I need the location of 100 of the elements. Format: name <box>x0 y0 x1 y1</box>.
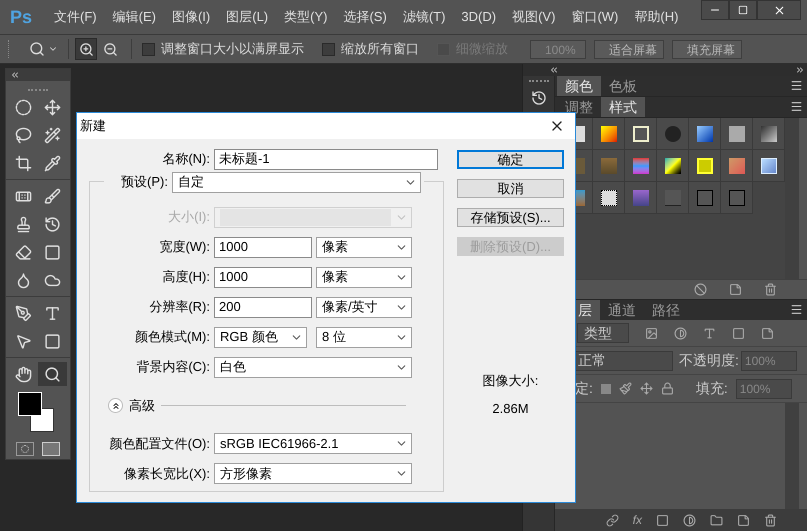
style-swatch[interactable] <box>625 118 657 150</box>
collapse-advanced-button[interactable] <box>108 398 123 414</box>
dialog-button[interactable]: 确定 <box>457 150 564 169</box>
style-swatch[interactable] <box>625 182 657 214</box>
expand-icon[interactable] <box>549 65 559 75</box>
menu-item[interactable]: 窗口(W) <box>563 7 626 27</box>
maximize-icon <box>738 5 748 15</box>
panel-tab[interactable]: 样式 <box>601 97 645 117</box>
field-label: 背景内容(C): <box>135 358 211 376</box>
clear-style-icon[interactable] <box>694 283 707 296</box>
input-field[interactable]: 1000 <box>214 236 312 258</box>
dropdown-value: 自定 <box>178 173 204 192</box>
style-swatch[interactable] <box>721 118 753 150</box>
style-swatch[interactable] <box>593 118 625 150</box>
chevrons-up-icon <box>110 400 120 411</box>
search-icon <box>44 366 61 382</box>
scrollbar[interactable] <box>785 118 799 279</box>
dropdown[interactable]: 方形像素 <box>214 463 412 484</box>
quick-mask-icon[interactable] <box>16 442 34 456</box>
dropdown[interactable]: 像素/英寸 <box>316 296 412 318</box>
menu-item[interactable]: 帮助(H) <box>626 7 686 27</box>
menu-item[interactable]: 3D(D) <box>453 7 504 27</box>
adjustment-icon[interactable] <box>683 514 696 526</box>
style-swatch[interactable] <box>689 118 721 150</box>
new-layer-icon[interactable] <box>737 514 750 526</box>
dropdown[interactable]: 8 位 <box>316 326 412 348</box>
dropdown[interactable]: 像素 <box>316 266 412 288</box>
dropdown[interactable]: 白色 <box>214 356 412 378</box>
panel-menu-icon[interactable] <box>790 79 803 92</box>
style-swatch[interactable] <box>721 150 753 182</box>
tool-button[interactable] <box>38 362 67 386</box>
dropdown[interactable]: RGB 颜色 <box>214 326 307 348</box>
dropdown[interactable]: 像素 <box>316 236 412 258</box>
dialog-button[interactable]: 存储预设(S)... <box>457 208 564 227</box>
folder-icon[interactable] <box>710 514 723 526</box>
filter-dropdown[interactable]: 类型 <box>577 323 629 343</box>
app-logo: Ps <box>10 6 34 28</box>
menu-item[interactable]: 图像(I) <box>164 7 218 27</box>
fill-label: 填充: <box>696 379 728 398</box>
screen-mode-icon[interactable] <box>42 442 60 456</box>
blend-mode-dropdown[interactable]: 正常 <box>575 350 673 370</box>
link-icon[interactable] <box>606 514 619 526</box>
input-field[interactable]: 1000 <box>214 266 312 288</box>
checkbox-label: 调整窗口大小以满屏显示 <box>161 40 304 58</box>
menu-item[interactable]: 滤镜(T) <box>394 7 454 27</box>
menu-item[interactable]: 文件(F) <box>46 7 105 27</box>
lock-icon[interactable] <box>660 382 674 395</box>
input-field[interactable]: 未标题-1 <box>214 148 438 170</box>
panel-tab[interactable]: 调整 <box>557 97 601 117</box>
rectangle-icon <box>44 332 61 350</box>
dropdown[interactable]: sRGB IEC61966-2.1 <box>214 433 412 454</box>
menu-item[interactable]: 选择(S) <box>335 7 395 27</box>
zoom-in-button[interactable] <box>75 38 97 60</box>
smart-object-filter-icon[interactable] <box>761 326 774 340</box>
lock-position-icon[interactable] <box>640 382 653 395</box>
image-filter-icon[interactable] <box>645 326 658 340</box>
menu-item[interactable]: 类型(Y) <box>276 7 336 27</box>
menu-item[interactable]: 编辑(E) <box>104 7 164 27</box>
close-button[interactable] <box>757 0 801 20</box>
options-button[interactable]: 填充屏幕 <box>672 40 742 58</box>
collapse-icon[interactable] <box>795 65 805 75</box>
style-swatch[interactable] <box>753 118 785 150</box>
shape-filter-icon[interactable] <box>732 326 745 340</box>
trash-icon[interactable] <box>764 514 777 526</box>
checkbox[interactable] <box>142 42 155 56</box>
panel-tab[interactable]: 色板 <box>601 76 645 96</box>
fx-icon[interactable]: fx <box>632 511 642 529</box>
mask-icon[interactable] <box>656 514 669 526</box>
style-swatch[interactable] <box>657 118 689 150</box>
trash-icon[interactable] <box>764 283 777 296</box>
style-swatch[interactable] <box>689 182 721 214</box>
style-swatch[interactable] <box>753 150 785 182</box>
maximize-button[interactable] <box>729 0 757 20</box>
dialog-button[interactable]: 取消 <box>457 179 564 198</box>
stamp-icon <box>15 216 32 232</box>
history-icon[interactable] <box>530 90 546 106</box>
menu-item[interactable]: 视图(V) <box>504 7 564 27</box>
style-swatch[interactable] <box>625 150 657 182</box>
input-field[interactable]: 200 <box>214 296 312 318</box>
checkbox[interactable] <box>322 42 335 56</box>
dropdown[interactable]: 自定 <box>172 172 421 192</box>
style-swatch[interactable] <box>593 150 625 182</box>
collapse-icon[interactable] <box>10 70 20 80</box>
new-style-icon[interactable] <box>729 283 742 296</box>
zoom-tool-icon[interactable] <box>29 41 45 57</box>
menu-item[interactable]: 图层(L) <box>218 7 276 27</box>
panel-tab[interactable]: 通道 <box>600 300 644 320</box>
adjustment-filter-icon[interactable] <box>674 326 687 340</box>
lock-pixels-icon[interactable] <box>618 382 632 395</box>
panel-tab[interactable]: 路径 <box>644 300 688 320</box>
type-filter-icon[interactable] <box>703 326 716 340</box>
panel-menu-icon[interactable] <box>790 303 803 316</box>
style-swatch[interactable] <box>657 182 689 214</box>
style-swatch[interactable] <box>689 150 721 182</box>
style-swatch[interactable] <box>657 150 689 182</box>
panel-menu-icon[interactable] <box>790 100 803 113</box>
style-swatch[interactable] <box>593 182 625 214</box>
style-swatch[interactable] <box>721 182 753 214</box>
options-button[interactable]: 适合屏幕 <box>594 40 664 58</box>
panel-tab[interactable]: 颜色 <box>557 76 601 96</box>
